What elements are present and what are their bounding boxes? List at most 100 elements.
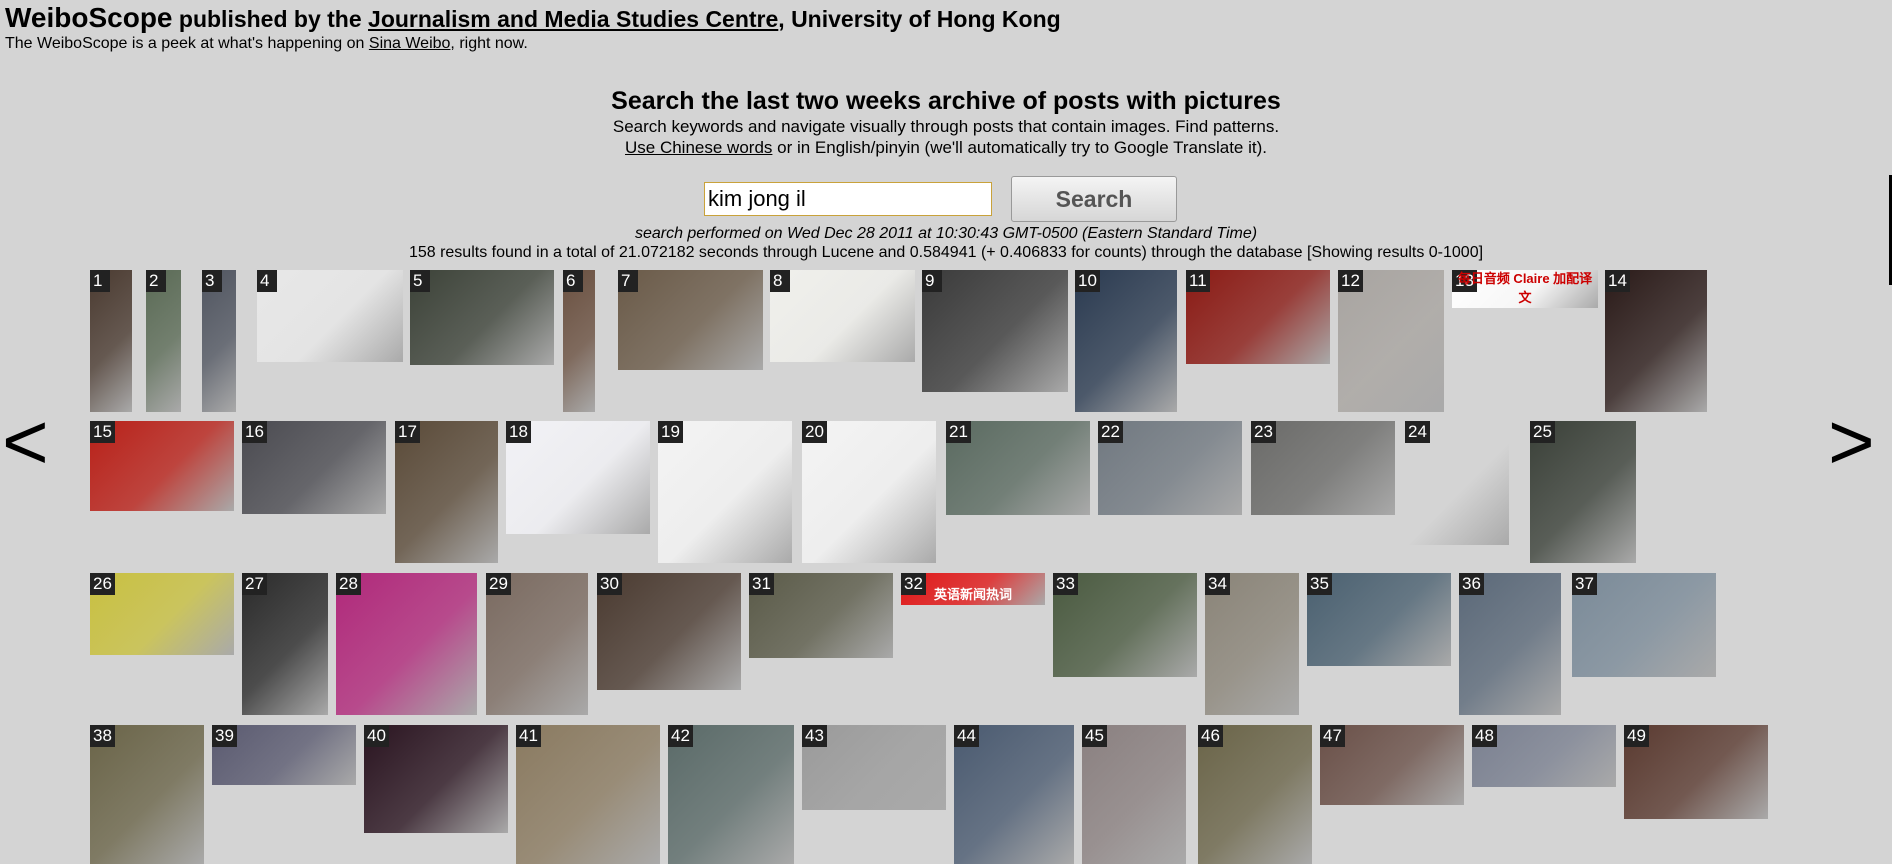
thumbnail-number: 4 — [257, 270, 277, 292]
thumbnail-number: 37 — [1572, 573, 1597, 595]
result-thumbnail[interactable]: 44 — [954, 725, 1074, 864]
result-thumbnail[interactable]: 14 — [1605, 270, 1707, 412]
result-thumbnail[interactable]: 12 — [1338, 270, 1444, 412]
thumbnail-number: 40 — [364, 725, 389, 747]
result-thumbnail[interactable]: 32 英语新闻热词 — [901, 573, 1045, 605]
result-thumbnail[interactable]: 4 — [257, 270, 403, 362]
result-thumbnail[interactable]: 34 — [1205, 573, 1299, 715]
result-thumbnail[interactable]: 33 — [1053, 573, 1197, 677]
thumbnail-number: 18 — [506, 421, 531, 443]
result-thumbnail[interactable]: 21 — [946, 421, 1090, 515]
search-button[interactable]: Search — [1011, 176, 1177, 222]
thumbnail-number: 29 — [486, 573, 511, 595]
result-thumbnail[interactable]: 23 — [1251, 421, 1395, 515]
thumbnail-number: 26 — [90, 573, 115, 595]
result-thumbnail[interactable]: 22 — [1098, 421, 1242, 515]
search-intro: Search the last two weeks archive of pos… — [0, 86, 1892, 158]
result-thumbnail[interactable]: 46 — [1198, 725, 1312, 864]
thumbnail-number: 27 — [242, 573, 267, 595]
result-thumbnail[interactable]: 16 — [242, 421, 386, 514]
tagline-text: The WeiboScope is a peek at what's happe… — [5, 35, 369, 52]
thumbnail-number: 38 — [90, 725, 115, 747]
result-thumbnail[interactable]: 27 — [242, 573, 328, 715]
result-thumbnail[interactable]: 30 — [597, 573, 741, 690]
result-thumbnail[interactable]: 37 — [1572, 573, 1716, 677]
result-thumbnail[interactable]: 39 — [212, 725, 356, 785]
result-thumbnail[interactable]: 29 — [486, 573, 588, 715]
search-input[interactable] — [704, 182, 992, 216]
thumbnail-number: 14 — [1605, 270, 1630, 292]
result-thumbnail[interactable]: 26 — [90, 573, 234, 655]
thumbnail-number: 25 — [1530, 421, 1555, 443]
result-thumbnail[interactable]: 9 — [922, 270, 1068, 392]
page-header: WeiboScope published by the Journalism a… — [5, 4, 1061, 53]
thumbnail-number: 41 — [516, 725, 541, 747]
thumbnail-number: 3 — [202, 270, 222, 292]
tagline: The WeiboScope is a peek at what's happe… — [5, 35, 1061, 53]
result-thumbnail[interactable]: 6 — [563, 270, 595, 412]
result-thumbnail[interactable]: 41 — [516, 725, 660, 864]
result-thumbnail[interactable]: 18 — [506, 421, 650, 534]
search-timestamp: search performed on Wed Dec 28 2011 at 1… — [634, 225, 1258, 242]
result-thumbnail[interactable]: 47 — [1320, 725, 1464, 805]
thumbnail-number: 36 — [1459, 573, 1484, 595]
result-thumbnail[interactable]: 43 — [802, 725, 946, 810]
thumbnail-number: 17 — [395, 421, 420, 443]
sina-weibo-link[interactable]: Sina Weibo — [369, 35, 451, 52]
result-thumbnail[interactable]: 5 — [410, 270, 554, 365]
prev-page-arrow[interactable]: < — [2, 402, 49, 482]
jmsc-link[interactable]: Journalism and Media Studies Centre — [368, 6, 778, 32]
chinese-words-link[interactable]: Use Chinese words — [625, 138, 772, 157]
result-thumbnail[interactable]: 45 — [1082, 725, 1186, 864]
result-thumbnail[interactable]: 19 — [658, 421, 792, 563]
result-thumbnail[interactable]: 38 — [90, 725, 204, 864]
result-thumbnail[interactable]: 31 — [749, 573, 893, 658]
results-summary: 158 results found in a total of 21.07218… — [408, 244, 1484, 261]
thumbnail-number: 12 — [1338, 270, 1363, 292]
result-thumbnail[interactable]: 42 — [668, 725, 794, 864]
search-description: Search keywords and navigate visually th… — [612, 117, 1280, 136]
result-thumbnail[interactable]: 48 — [1472, 725, 1616, 787]
result-thumbnail[interactable]: 40 — [364, 725, 508, 833]
result-thumbnail[interactable]: 13 每日音频 Claire 加配译文 — [1452, 270, 1598, 308]
thumbnail-number: 1 — [90, 270, 110, 292]
thumbnail-number: 24 — [1405, 421, 1430, 443]
thumbnail-number: 2 — [146, 270, 166, 292]
thumbnail-number: 33 — [1053, 573, 1078, 595]
thumbnail-number: 23 — [1251, 421, 1276, 443]
result-thumbnail[interactable]: 36 — [1459, 573, 1561, 715]
search-heading: Search the last two weeks archive of pos… — [611, 87, 1281, 115]
result-thumbnail[interactable]: 24 — [1405, 421, 1509, 545]
thumbnail-number: 19 — [658, 421, 683, 443]
thumbnail-number: 22 — [1098, 421, 1123, 443]
result-thumbnail[interactable]: 1 — [90, 270, 132, 412]
thumbnail-number: 20 — [802, 421, 827, 443]
result-thumbnail[interactable]: 20 — [802, 421, 936, 563]
result-thumbnail[interactable]: 25 — [1530, 421, 1636, 563]
result-thumbnail[interactable]: 28 — [336, 573, 477, 715]
published-by-text: published by the — [172, 6, 369, 32]
result-thumbnail[interactable]: 11 — [1186, 270, 1330, 364]
tagline-end: , right now. — [450, 35, 528, 52]
thumbnail-number: 42 — [668, 725, 693, 747]
thumbnail-number: 16 — [242, 421, 267, 443]
thumbnail-number: 10 — [1075, 270, 1100, 292]
result-thumbnail[interactable]: 35 — [1307, 573, 1451, 666]
brand-title: WeiboScope — [5, 2, 173, 33]
result-thumbnail[interactable]: 7 — [618, 270, 763, 370]
thumbnail-number: 46 — [1198, 725, 1223, 747]
thumbnail-number: 31 — [749, 573, 774, 595]
thumbnail-caption: 英语新闻热词 — [933, 587, 1012, 602]
result-thumbnail[interactable]: 10 — [1075, 270, 1177, 412]
result-thumbnail[interactable]: 15 — [90, 421, 234, 511]
thumbnail-number: 47 — [1320, 725, 1345, 747]
result-thumbnail[interactable]: 17 — [395, 421, 498, 563]
thumbnail-number: 49 — [1624, 725, 1649, 747]
result-thumbnail[interactable]: 8 — [770, 270, 915, 362]
thumbnail-number: 11 — [1186, 270, 1210, 292]
result-thumbnail[interactable]: 49 — [1624, 725, 1768, 819]
result-thumbnail[interactable]: 3 — [202, 270, 236, 412]
search-form: Search — [0, 176, 1892, 224]
result-thumbnail[interactable]: 2 — [146, 270, 181, 412]
next-page-arrow[interactable]: > — [1828, 402, 1875, 482]
